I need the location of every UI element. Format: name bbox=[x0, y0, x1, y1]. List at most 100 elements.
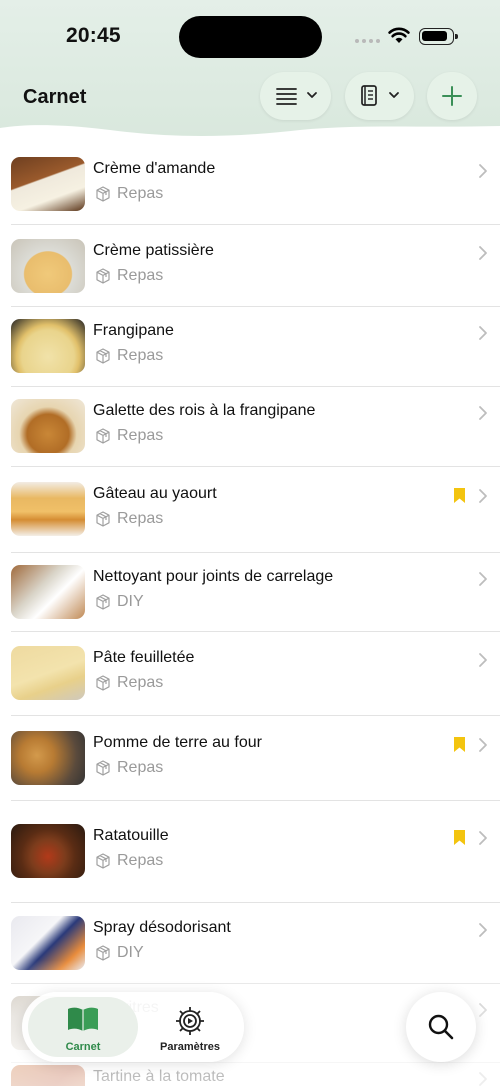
cube-icon bbox=[96, 759, 110, 776]
list-item-thumbnail bbox=[11, 646, 85, 700]
list-item-category: DIY bbox=[95, 944, 144, 962]
chevron-right-icon bbox=[479, 164, 487, 178]
list-item[interactable]: Gâteau au yaourt Repas bbox=[0, 466, 500, 552]
cube-icon bbox=[96, 593, 110, 610]
cube-icon bbox=[96, 944, 110, 961]
chevron-right-icon bbox=[479, 489, 487, 503]
list-icon bbox=[275, 88, 317, 105]
list-item-category-label: Repas bbox=[117, 267, 164, 284]
list-item-title: Tartine à la tomate bbox=[93, 1068, 225, 1085]
list-item-title: Crème d'amande bbox=[93, 160, 216, 177]
book-icon bbox=[68, 1007, 98, 1031]
list-item-category: Repas bbox=[95, 347, 163, 365]
chevron-right-icon bbox=[479, 406, 487, 420]
tab-parametres-label: Paramètres bbox=[160, 1041, 220, 1053]
list-divider bbox=[11, 224, 500, 225]
list-item-thumbnail bbox=[11, 730, 85, 785]
dynamic-island bbox=[179, 16, 322, 58]
cube-icon bbox=[96, 853, 110, 869]
list-item-category: DIY bbox=[95, 593, 144, 611]
tab-bar: Carnet Paramètres bbox=[22, 992, 244, 1062]
tab-carnet-label: Carnet bbox=[65, 1041, 101, 1053]
list-item-category-label: Repas bbox=[117, 674, 164, 691]
plus-icon bbox=[442, 86, 462, 106]
cube-icon bbox=[96, 428, 110, 444]
list-item[interactable]: Nettoyant pour joints de carrelage DIY bbox=[0, 552, 500, 631]
list-item-category-label: Repas bbox=[117, 758, 164, 776]
search-button[interactable] bbox=[406, 992, 476, 1062]
list-item-category-label: Repas bbox=[117, 347, 164, 364]
chevron-right-icon bbox=[479, 831, 487, 845]
chevron-right-icon bbox=[479, 326, 487, 340]
list-item-thumbnail bbox=[11, 564, 85, 619]
list-item-title: Ratatouille bbox=[93, 827, 169, 844]
gear-icon bbox=[176, 1007, 204, 1035]
chevron-right-icon bbox=[479, 653, 487, 667]
list-item-thumbnail bbox=[11, 157, 85, 211]
list-item-title: Crème patissière bbox=[93, 242, 214, 259]
list-item[interactable]: Tartine à la tomate bbox=[0, 1062, 500, 1086]
list-item-category: Repas bbox=[95, 852, 163, 870]
list-item-thumbnail bbox=[11, 824, 85, 878]
notebook-selector-button[interactable] bbox=[345, 72, 414, 120]
list-item-category: Repas bbox=[95, 510, 163, 528]
list-item-title: Galette des rois à la frangipane bbox=[93, 402, 316, 419]
list-item-title: Nettoyant pour joints de carrelage bbox=[93, 567, 334, 585]
list-item[interactable]: Ratatouille Repas bbox=[0, 800, 500, 902]
bookmark-icon bbox=[454, 488, 465, 503]
cube-icon bbox=[96, 675, 110, 691]
page-title: Carnet bbox=[23, 86, 87, 108]
chevron-right-icon bbox=[479, 1002, 487, 1017]
list-item-category: Repas bbox=[95, 759, 163, 777]
list-item-category: Repas bbox=[95, 185, 163, 203]
list-item[interactable]: Pâte feuilletée Repas bbox=[0, 631, 500, 715]
cube-icon bbox=[96, 511, 110, 527]
list-item-title: Spray désodorisant bbox=[93, 918, 231, 936]
wifi-icon bbox=[388, 27, 410, 43]
status-time: 20:45 bbox=[66, 24, 121, 47]
list-item-title: Gâteau au yaourt bbox=[93, 485, 217, 502]
list-item-title: Pâte feuilletée bbox=[93, 649, 195, 666]
status-bar: 20:45 bbox=[0, 0, 500, 60]
list-item-thumbnail bbox=[11, 915, 85, 970]
search-icon bbox=[428, 1014, 454, 1040]
view-mode-button[interactable] bbox=[260, 72, 331, 120]
cube-icon bbox=[96, 348, 110, 364]
list-item[interactable]: Crème d'amande Repas bbox=[0, 144, 500, 224]
list-item[interactable]: Galette des rois à la frangipane Repas bbox=[0, 386, 500, 466]
list-item-title: Frangipane bbox=[93, 322, 174, 339]
list-item-category: Repas bbox=[95, 427, 163, 445]
list-item-category-label: DIY bbox=[117, 943, 144, 961]
tab-carnet[interactable]: Carnet bbox=[28, 997, 138, 1057]
list-item-category: Repas bbox=[95, 674, 163, 692]
bookmark-icon bbox=[454, 830, 465, 845]
battery-icon bbox=[419, 28, 458, 45]
cube-icon bbox=[96, 186, 110, 202]
list-item-category-label: DIY bbox=[117, 592, 144, 610]
list-item-thumbnail bbox=[11, 399, 85, 453]
chevron-right-icon bbox=[479, 737, 487, 752]
notebook-icon bbox=[360, 85, 399, 106]
list-item-category-label: Repas bbox=[117, 852, 164, 869]
list-item-title: Pomme de terre au four bbox=[93, 733, 262, 751]
chevron-right-icon bbox=[479, 571, 487, 586]
list-item-category-label: Repas bbox=[117, 185, 164, 202]
list-item[interactable]: Crème patissière Repas bbox=[0, 226, 500, 306]
list-item-category-label: Repas bbox=[117, 427, 164, 444]
list-item[interactable]: Spray désodorisant DIY bbox=[0, 902, 500, 983]
add-button[interactable] bbox=[427, 72, 477, 120]
cellular-signal-icon bbox=[355, 39, 380, 43]
list-item-thumbnail bbox=[11, 1065, 85, 1086]
list-item-thumbnail bbox=[11, 319, 85, 373]
cube-icon bbox=[96, 268, 110, 284]
tab-parametres[interactable]: Paramètres bbox=[140, 997, 240, 1057]
chevron-right-icon bbox=[479, 1072, 487, 1086]
list-item-thumbnail bbox=[11, 239, 85, 293]
bookmark-icon bbox=[454, 736, 465, 752]
list-item[interactable]: Frangipane Repas bbox=[0, 306, 500, 386]
chevron-right-icon bbox=[479, 246, 487, 260]
list-item-category-label: Repas bbox=[117, 510, 164, 527]
list-item-category: Repas bbox=[95, 267, 163, 285]
list-item[interactable]: Pomme de terre au four Repas bbox=[0, 715, 500, 800]
chevron-right-icon bbox=[479, 922, 487, 937]
